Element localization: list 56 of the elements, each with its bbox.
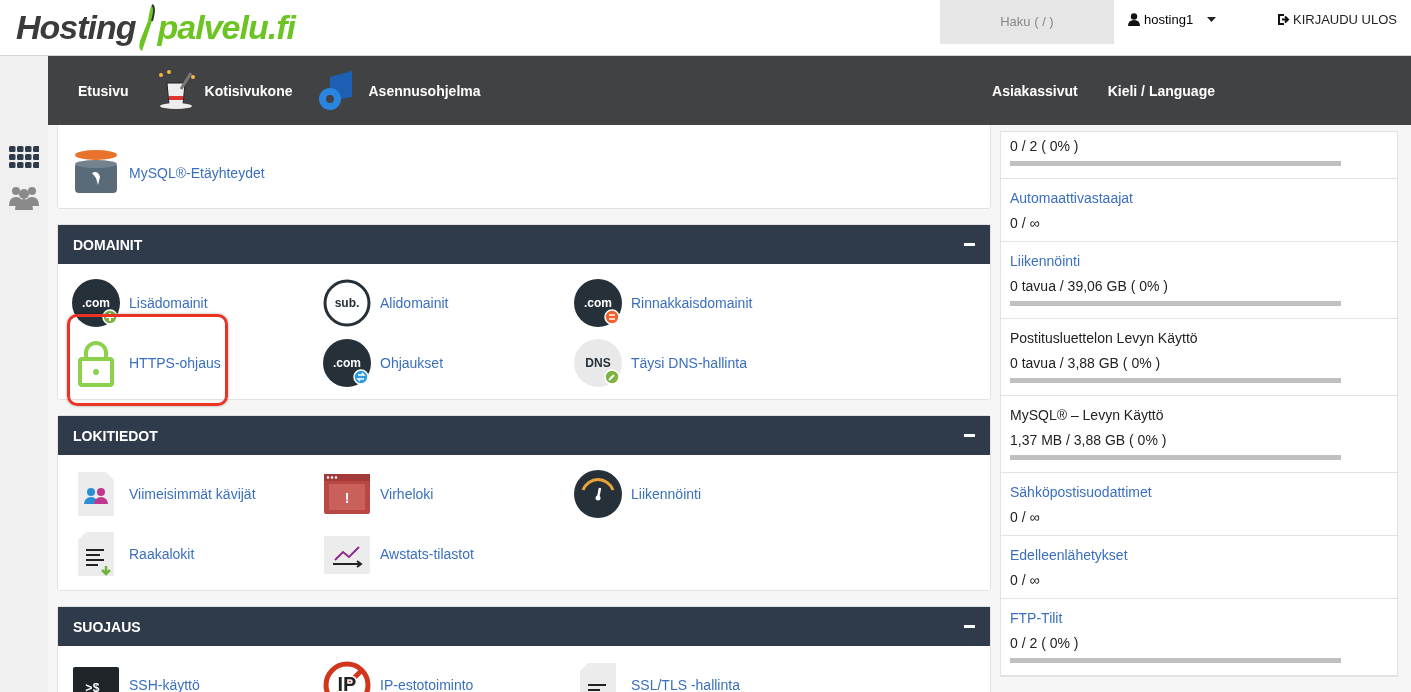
domain-alias-icon: .com	[574, 279, 622, 327]
logout-icon	[1277, 14, 1290, 25]
grid-icon[interactable]	[9, 146, 39, 168]
stat-link[interactable]: Edelleenlähetykset	[1010, 544, 1388, 566]
tool-link[interactable]: Awstats-tilastot	[380, 546, 474, 562]
tool-link[interactable]: Virheloki	[380, 486, 434, 502]
stat-value: 0 / ∞	[1010, 214, 1041, 233]
search-field[interactable]: Haku ( / )	[939, 0, 1114, 44]
stat-label: MySQL® – Levyn Käyttö	[1010, 406, 1165, 425]
dns-icon: DNS	[574, 339, 622, 387]
stat-value: 1,37 MB / 3,88 GB ( 0% )	[1010, 431, 1168, 450]
users-icon[interactable]	[9, 184, 39, 210]
nav-link[interactable]: Asiakassivut	[992, 82, 1078, 99]
stat-link[interactable]: FTP-Tilit	[1010, 607, 1388, 629]
collapse-icon[interactable]	[964, 625, 975, 628]
panel-header[interactable]: LOKITIEDOT	[58, 416, 990, 455]
user-menu[interactable]: hosting1	[1127, 12, 1278, 27]
tool-link[interactable]: Viimeisimmät kävijät	[129, 486, 256, 502]
panel-header[interactable]: DOMAINIT	[58, 225, 990, 264]
domain-add-icon: .com	[72, 279, 120, 327]
logo[interactable]: Hosting palvelu.fi	[16, 2, 295, 53]
user-icon	[1127, 13, 1140, 26]
collapse-icon[interactable]	[964, 434, 975, 437]
gauge-icon	[574, 470, 622, 518]
tool-link[interactable]: Alidomainit	[380, 295, 449, 311]
stat-value: 0 tavua / 39,06 GB ( 0% )	[1010, 277, 1169, 296]
tool-link[interactable]: SSL/TLS -hallinta	[631, 677, 740, 692]
stat-link[interactable]: Automaattivastaajat	[1010, 187, 1388, 209]
logout-link[interactable]: KIRJAUDU ULOS	[1277, 12, 1397, 27]
tool-link[interactable]: IP-estotoiminto	[380, 677, 474, 692]
collapse-icon[interactable]	[964, 243, 975, 246]
domain-redirect-icon: .com	[323, 339, 371, 387]
stat-value: 0 / 2 ( 0% )	[1010, 634, 1080, 653]
tool-link[interactable]: Rinnakkaisdomainit	[631, 295, 753, 311]
tool-link[interactable]: Täysi DNS-hallinta	[631, 355, 747, 371]
stat-link[interactable]: Liikennöinti	[1010, 250, 1388, 272]
stat-value: 0 tavua / 3,88 GB ( 0% )	[1010, 354, 1162, 373]
stat-value: 0 / ∞	[1010, 571, 1041, 590]
tool-link[interactable]: Lisädomainit	[129, 295, 208, 311]
tool-link[interactable]: SSH-käyttö	[129, 677, 200, 692]
caret-icon	[1207, 17, 1217, 22]
tool-link[interactable]: HTTPS-ohjaus	[129, 355, 221, 371]
panel-header[interactable]: SUOJAUS	[58, 607, 990, 646]
subdomain-icon: sub.	[323, 279, 371, 327]
stat-link[interactable]: Sähköpostisuodattimet	[1010, 481, 1388, 503]
tool-link[interactable]: MySQL®-Etäyhteydet	[129, 164, 265, 181]
tool-link[interactable]: Raakalokit	[129, 546, 195, 562]
stat-value: 0 / 2 ( 0% )	[1010, 137, 1080, 156]
tool-link[interactable]: Ohjaukset	[380, 355, 444, 371]
stat-value: 0 / ∞	[1010, 508, 1041, 527]
nav-link[interactable]: Etusivu	[78, 82, 129, 99]
stat-label: Postitusluettelon Levyn Käyttö	[1010, 329, 1199, 348]
nav-link[interactable]: Kieli / Language	[1107, 82, 1215, 99]
tool-link[interactable]: Liikennöinti	[631, 486, 702, 502]
nav-link[interactable]: Asennusohjelma	[318, 68, 481, 113]
nav-link[interactable]: Kotisivukone	[154, 68, 293, 113]
